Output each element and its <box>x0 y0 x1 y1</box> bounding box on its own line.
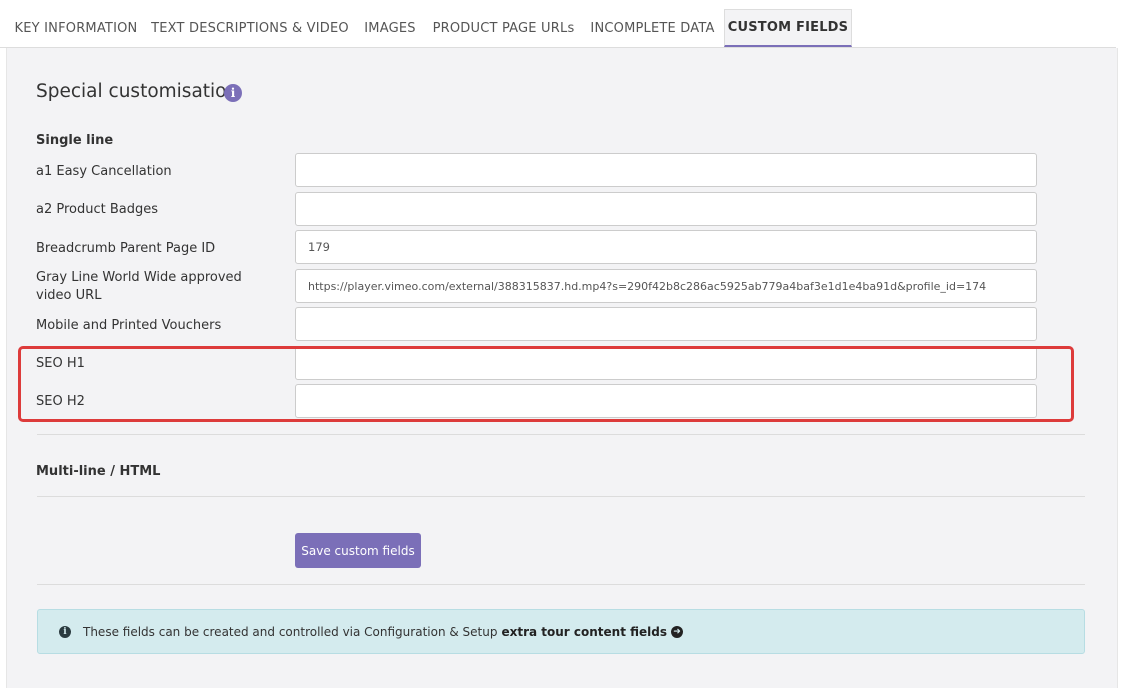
save-custom-fields-button[interactable]: Save custom fields <box>295 533 421 568</box>
info-icon[interactable]: i <box>224 84 242 102</box>
tab-key-information[interactable]: KEY INFORMATION <box>6 9 146 47</box>
divider <box>37 496 1085 497</box>
alert-text: These fields can be created and controll… <box>83 624 498 639</box>
breadcrumb-parent-page-id-input[interactable]: 179 <box>295 230 1037 264</box>
extra-tour-content-fields-link[interactable]: extra tour content fields <box>501 625 667 639</box>
a1-easy-cancellation-input[interactable] <box>295 153 1037 187</box>
mobile-printed-vouchers-input[interactable] <box>295 307 1037 341</box>
info-alert: i These fields can be created and contro… <box>37 609 1085 654</box>
tab-product-page-urls[interactable]: PRODUCT PAGE URLs <box>426 9 581 47</box>
field-label-video-url: Gray Line World Wide approved video URL <box>36 270 242 303</box>
info-circle-icon: i <box>59 625 71 638</box>
tab-text-descriptions-video[interactable]: TEXT DESCRIPTIONS & VIDEO <box>146 9 354 47</box>
field-label-a2-product-badges: a2 Product Badges <box>36 202 159 217</box>
multi-line-label: Multi-line / HTML <box>36 464 161 479</box>
field-label-a1-easy-cancellation: a1 Easy Cancellation <box>36 164 172 179</box>
tab-incomplete-data[interactable]: INCOMPLETE DATA <box>581 9 724 47</box>
field-label-mobile-printed-vouchers: Mobile and Printed Vouchers <box>36 318 222 333</box>
divider <box>37 584 1085 585</box>
a2-product-badges-input[interactable] <box>295 192 1037 226</box>
field-label-breadcrumb-parent-page-id: Breadcrumb Parent Page ID <box>36 241 216 256</box>
highlight-annotation <box>18 346 1074 422</box>
video-url-input[interactable]: https://player.vimeo.com/external/388315… <box>295 269 1037 303</box>
divider <box>37 434 1085 435</box>
tab-images[interactable]: IMAGES <box>354 9 426 47</box>
arrow-circle-right-icon[interactable]: ➜ <box>671 625 684 638</box>
tab-custom-fields[interactable]: CUSTOM FIELDS <box>724 9 852 47</box>
single-line-label: Single line <box>36 133 114 148</box>
section-heading: Special customisation <box>36 81 239 102</box>
tab-bar: KEY INFORMATION TEXT DESCRIPTIONS & VIDE… <box>0 0 1116 48</box>
